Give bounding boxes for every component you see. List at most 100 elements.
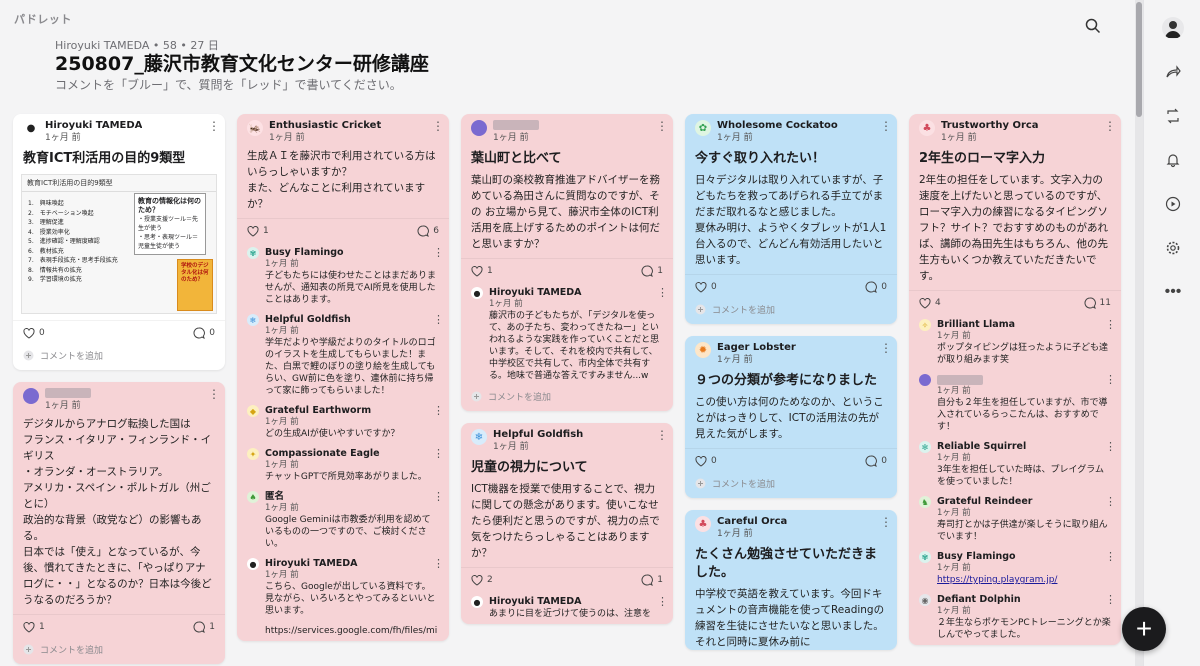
redacted-name	[45, 388, 91, 398]
post-time: 1ヶ月 前	[717, 355, 753, 365]
ellipsis-icon: •••	[1164, 283, 1182, 300]
search-button[interactable]	[1081, 15, 1105, 39]
user-avatar[interactable]	[1162, 17, 1184, 39]
post-author-block: Eager Lobster 1ヶ月 前	[717, 342, 796, 366]
post-card[interactable]: ♣ Careful Orca 1ヶ月 前 ⋮ たくさん勉強させていただきました。 中学校で…	[685, 510, 897, 650]
like-button[interactable]: 2	[471, 574, 493, 586]
comment-header: ✦ Compassionate Eagle 1ヶ月 前	[247, 448, 439, 471]
like-button[interactable]: 1	[471, 265, 493, 277]
padlet-logo[interactable]: パドレット	[14, 11, 72, 27]
remake-icon	[1167, 108, 1179, 124]
comment-author: Hiroyuki TAMEDA	[265, 558, 358, 569]
post-menu-button[interactable]: ⋮	[208, 118, 220, 134]
comments-button[interactable]: 0	[865, 281, 887, 293]
comments-button[interactable]: 1	[641, 574, 663, 586]
add-comment-button[interactable]: コメントを追加	[13, 345, 225, 370]
comment-author: Hiroyuki TAMEDA	[489, 287, 582, 298]
slide-box-title: 教育の情報化は何のため？	[138, 197, 201, 214]
post-author: Helpful Goldfish	[493, 429, 584, 440]
post-header: ✹ Eager Lobster 1ヶ月 前	[685, 336, 897, 366]
comment-menu-button[interactable]: ⋮	[433, 447, 444, 460]
post-author-block: Hiroyuki TAMEDA 1ヶ月 前	[45, 120, 142, 144]
comment-bubble-icon	[865, 281, 878, 293]
post-attachment-slide[interactable]: 教育ICT利活用の目的9類型 1. 興味喚起 2. モチベーション喚起 3. 理解促進…	[21, 174, 217, 314]
like-button[interactable]: 0	[695, 281, 717, 293]
comment-menu-button[interactable]: ⋮	[1105, 495, 1116, 508]
post-menu-button[interactable]: ⋮	[1104, 118, 1116, 134]
cricket-icon: 🦗	[247, 120, 263, 136]
post-menu-button[interactable]: ⋮	[432, 118, 444, 134]
comments-button[interactable]: 11	[1084, 297, 1111, 309]
comments-button[interactable]: 1	[641, 265, 663, 277]
like-button[interactable]: 1	[247, 225, 269, 237]
scrollbar-thumb[interactable]	[1136, 2, 1142, 117]
add-comment-button[interactable]: コメントを追加	[685, 473, 897, 498]
post-card[interactable]: ✹ Eager Lobster 1ヶ月 前 ⋮ ９つの分類が参考になりました この使い方は…	[685, 336, 897, 498]
add-comment-button[interactable]: コメントを追加	[685, 299, 897, 324]
remake-button[interactable]	[1159, 102, 1187, 130]
post-menu-button[interactable]: ⋮	[656, 118, 668, 134]
comment-menu-button[interactable]: ⋮	[657, 286, 668, 299]
comment-author-block: Compassionate Eagle 1ヶ月 前	[265, 448, 380, 471]
comment-author: Grateful Earthworm	[265, 405, 372, 416]
comment-header: ✻ Reliable Squirrel 1ヶ月 前	[919, 441, 1111, 464]
add-comment-button[interactable]: コメントを追加	[461, 386, 673, 411]
like-button[interactable]: 4	[919, 297, 941, 309]
comment-bubble-icon	[417, 225, 430, 237]
post-card[interactable]: 1ヶ月 前 ⋮ 葉山町と比べて 葉山町の楽校教育推進アドバイザーを務めている為田さんに…	[461, 114, 673, 411]
like-button[interactable]: 0	[23, 327, 45, 339]
post-card[interactable]: 🦗 Enthusiastic Cricket 1ヶ月 前 ⋮ 生成ＡＩを藤沢市で利用され…	[237, 114, 449, 641]
post-menu-button[interactable]: ⋮	[656, 427, 668, 443]
post-card[interactable]: ♣ Trustworthy Orca 1ヶ月 前 ⋮ 2年生のローマ字入力 2年生の担任を…	[909, 114, 1121, 645]
share-button[interactable]	[1159, 58, 1187, 86]
post-card[interactable]: ❄ Helpful Goldfish 1ヶ月 前 ⋮ 児童の視力について ICT機器を授業…	[461, 423, 673, 624]
comments-button[interactable]: 1	[193, 621, 215, 633]
notifications-button[interactable]	[1159, 146, 1187, 174]
heart-icon	[23, 621, 35, 633]
comment-author-redacted	[937, 374, 983, 386]
comment-count: 1	[209, 622, 215, 632]
comment-menu-button[interactable]: ⋮	[1105, 440, 1116, 453]
comments-button[interactable]: 0	[193, 327, 215, 339]
post-menu-button[interactable]: ⋮	[208, 386, 220, 402]
comment-text: 寿司打とかは子供達が楽しそうに取り組んでいます！	[937, 520, 1108, 542]
slide-heading: 教育ICT利活用の目的9類型	[22, 175, 216, 192]
comment-menu-button[interactable]: ⋮	[433, 557, 444, 570]
post-card[interactable]: 1ヶ月 前 ⋮ デジタルからアナログ転換した国は フランス・イタリア・フィンランド・…	[13, 382, 225, 664]
post-menu-button[interactable]: ⋮	[880, 118, 892, 134]
post-author-block: 1ヶ月 前	[493, 120, 539, 144]
comment-menu-button[interactable]: ⋮	[657, 595, 668, 608]
heart-icon	[919, 297, 931, 309]
post-menu-button[interactable]: ⋮	[880, 340, 892, 356]
slideshow-button[interactable]	[1159, 190, 1187, 218]
more-options-button[interactable]: •••	[1159, 278, 1187, 306]
add-post-button[interactable]: +	[1122, 607, 1166, 651]
post-card[interactable]: ✿ Wholesome Cockatoo 1ヶ月 前 ⋮ 今すぐ取り入れたい！ 日々デジタ…	[685, 114, 897, 324]
column-5: ♣ Trustworthy Orca 1ヶ月 前 ⋮ 2年生のローマ字入力 2年生の担任を…	[909, 114, 1121, 657]
blurred-avatar-icon	[919, 374, 931, 386]
add-comment-button[interactable]: コメントを追加	[13, 639, 225, 664]
comment-item: ✧ Brilliant Llama 1ヶ月 前 ⋮ ポップタイピングは狂ったように子ども…	[909, 315, 1121, 370]
comment-count: 6	[433, 226, 439, 236]
comment-menu-button[interactable]: ⋮	[1105, 550, 1116, 563]
comment-menu-button[interactable]: ⋮	[1105, 318, 1116, 331]
comment-menu-button[interactable]: ⋮	[433, 246, 444, 259]
post-card[interactable]: ● Hiroyuki TAMEDA 1ヶ月 前 ⋮ 教育ICT利活用の目的9類型 教育IC…	[13, 114, 225, 370]
comments-button[interactable]: 6	[417, 225, 439, 237]
comment-menu-button[interactable]: ⋮	[433, 313, 444, 326]
like-button[interactable]: 1	[23, 621, 45, 633]
comment-menu-button[interactable]: ⋮	[433, 404, 444, 417]
comment-link[interactable]: https://typing.playgram.jp/	[919, 574, 1111, 586]
post-menu-button[interactable]: ⋮	[880, 514, 892, 530]
settings-button[interactable]	[1159, 234, 1187, 262]
person-photo-icon: ●	[23, 120, 39, 136]
comments-button[interactable]: 0	[865, 455, 887, 467]
comment-author: Reliable Squirrel	[937, 441, 1027, 452]
earthworm-icon: ◆	[247, 405, 259, 417]
comment-menu-button[interactable]: ⋮	[433, 490, 444, 503]
comment-menu-button[interactable]: ⋮	[1105, 373, 1116, 386]
comment-menu-button[interactable]: ⋮	[1105, 593, 1116, 606]
like-button[interactable]: 0	[695, 455, 717, 467]
blurred-avatar-icon	[471, 120, 487, 136]
slide-list-item: 3. 理解促進	[28, 219, 64, 226]
